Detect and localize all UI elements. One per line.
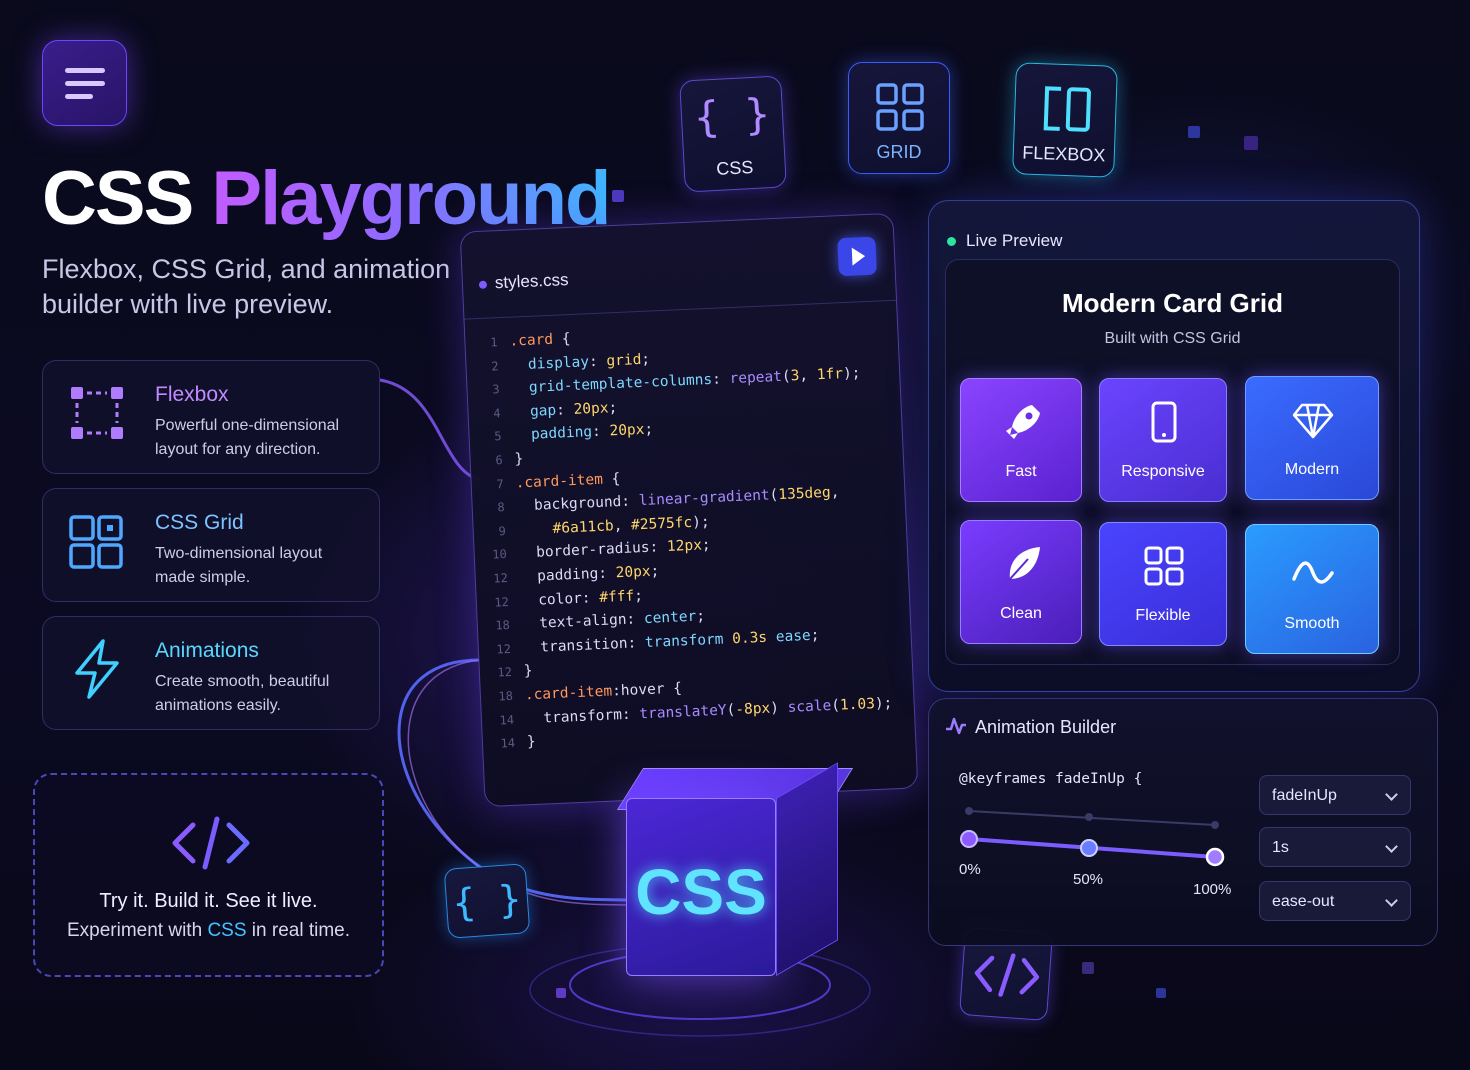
page-subtitle: Flexbox, CSS Grid, and animation builder… bbox=[42, 254, 451, 319]
rocket-icon bbox=[1006, 405, 1040, 439]
animation-name-select[interactable]: fadeInUp bbox=[1259, 775, 1411, 815]
live-status-dot bbox=[947, 237, 956, 247]
preview-header: Live Preview bbox=[947, 231, 1062, 251]
grid-icon bbox=[876, 83, 924, 131]
preview-canvas: Modern Card Grid Built with CSS Grid Fas… bbox=[945, 259, 1400, 665]
line-number: 12 bbox=[496, 641, 512, 657]
feature-title: CSS Grid bbox=[155, 511, 244, 534]
card-modern[interactable]: Modern bbox=[1245, 376, 1379, 500]
feature-description: Create smooth, beautiful animations easi… bbox=[155, 673, 330, 714]
cube-side bbox=[776, 762, 838, 976]
play-icon[interactable] bbox=[837, 236, 877, 277]
live-preview-panel: Live Preview Modern Card Grid Built with… bbox=[928, 200, 1420, 692]
line-number: 14 bbox=[499, 712, 515, 727]
card-label: Responsive bbox=[1121, 463, 1205, 480]
preview-title: Modern Card Grid bbox=[1061, 288, 1283, 318]
line-number: 6 bbox=[495, 453, 503, 468]
try-it-panel: Try it. Build it. See it live. Experimen… bbox=[33, 773, 384, 977]
line-number: 10 bbox=[492, 547, 508, 562]
line-number: 8 bbox=[497, 500, 506, 515]
phone-icon bbox=[1151, 401, 1177, 443]
feature-title: Flexbox bbox=[155, 383, 229, 406]
css-cube: CSS bbox=[560, 760, 860, 1000]
keyframe-handle-50[interactable] bbox=[1080, 839, 1098, 857]
line-number: 2 bbox=[490, 358, 499, 374]
keyframes-text: @keyframes fadeInUp { bbox=[959, 771, 1143, 787]
card-label: Flexible bbox=[1135, 607, 1191, 624]
code-area[interactable]: 1 .card {2 display: grid; 3 grid-template-… bbox=[465, 315, 894, 757]
line-number: 18 bbox=[495, 618, 511, 633]
chip-label: GRID bbox=[876, 142, 922, 162]
card-responsive[interactable]: Responsive bbox=[1099, 378, 1227, 502]
easing-select[interactable]: ease-out bbox=[1259, 881, 1411, 921]
wave-icon bbox=[1292, 561, 1334, 584]
chip-grid[interactable]: GRID bbox=[848, 62, 950, 174]
braces-icon: { } bbox=[692, 89, 772, 142]
code-tag-icon bbox=[974, 953, 1040, 997]
cube-front: CSS bbox=[626, 798, 776, 976]
code-editor-panel: styles.css 1 .card {2 display: grid; 3 gri… bbox=[459, 212, 919, 808]
keyframe-handle-0[interactable] bbox=[960, 830, 978, 848]
grid-icon bbox=[1144, 546, 1184, 586]
feature-title: Animations bbox=[155, 639, 259, 662]
chip-label: CSS bbox=[715, 156, 754, 179]
line-number: 5 bbox=[494, 429, 502, 444]
feature-card-flexbox[interactable]: Flexbox Powerful one-dimensional layout … bbox=[42, 360, 380, 474]
line-number: 7 bbox=[496, 476, 504, 491]
duration-select[interactable]: 1s bbox=[1259, 827, 1411, 867]
activity-icon bbox=[946, 717, 966, 735]
lightning-icon bbox=[75, 639, 119, 699]
cube-label: CSS bbox=[635, 856, 767, 928]
card-label: Clean bbox=[1000, 605, 1042, 622]
animation-builder-title: Animation Builder bbox=[975, 717, 1117, 737]
card-fast[interactable]: Fast bbox=[960, 378, 1082, 502]
chevron-down-icon bbox=[1385, 894, 1398, 907]
stop-label: 0% bbox=[959, 861, 981, 878]
stop-label: 100% bbox=[1193, 881, 1232, 898]
leaf-icon bbox=[1009, 547, 1040, 580]
feature-description: Powerful one-dimensional layout for any … bbox=[155, 417, 340, 458]
editor-filename[interactable]: styles.css bbox=[478, 270, 569, 294]
flexbox-icon bbox=[1043, 86, 1091, 132]
feature-card-css-grid[interactable]: CSS Grid Two-dimensional layout made sim… bbox=[42, 488, 380, 602]
feature-description: Two-dimensional layout made simple. bbox=[155, 545, 323, 586]
braces-icon: { } bbox=[451, 876, 523, 926]
preview-subtitle: Built with CSS Grid bbox=[1104, 330, 1241, 347]
line-number: 14 bbox=[500, 735, 516, 751]
diamond-icon bbox=[1292, 403, 1334, 439]
feature-card-animations[interactable]: Animations Create smooth, beautiful anim… bbox=[42, 616, 380, 730]
line-number: 4 bbox=[493, 405, 501, 421]
card-label: Smooth bbox=[1284, 615, 1340, 632]
chevron-down-icon bbox=[1385, 788, 1398, 801]
card-label: Fast bbox=[1005, 463, 1037, 480]
stop-label: 50% bbox=[1073, 871, 1104, 888]
card-flexible[interactable]: Flexible bbox=[1099, 522, 1227, 646]
line-number: 3 bbox=[492, 382, 500, 397]
card-label: Modern bbox=[1284, 461, 1340, 478]
line-number: 1 bbox=[489, 335, 498, 350]
card-clean[interactable]: Clean bbox=[960, 520, 1082, 644]
try-subline: Experiment with CSS in real time. bbox=[66, 920, 350, 941]
grid-layout-icon bbox=[69, 515, 123, 569]
chevron-down-icon bbox=[1385, 840, 1398, 853]
line-number: 12 bbox=[494, 594, 510, 610]
try-headline: Try it. Build it. See it live. bbox=[99, 890, 318, 912]
chip-label: FLEXBOX bbox=[1021, 142, 1106, 166]
line-number: 9 bbox=[498, 523, 507, 539]
chip-flexbox[interactable]: FLEXBOX bbox=[1012, 62, 1118, 178]
keyframe-timeline[interactable] bbox=[957, 799, 1227, 869]
menu-button[interactable] bbox=[42, 40, 127, 126]
chip-css[interactable]: { } CSS bbox=[679, 75, 787, 193]
line-number: 18 bbox=[498, 688, 514, 704]
animation-builder-panel: Animation Builder @keyframes fadeInUp { … bbox=[928, 698, 1438, 946]
line-number: 12 bbox=[497, 665, 513, 680]
line-number: 12 bbox=[493, 570, 509, 586]
keyframe-handle-100[interactable] bbox=[1205, 847, 1225, 867]
flexbox-dashed-icon bbox=[71, 387, 123, 439]
card-smooth[interactable]: Smooth bbox=[1245, 524, 1379, 654]
braces-chip[interactable]: { } bbox=[443, 863, 531, 939]
code-tag-icon bbox=[172, 816, 250, 870]
